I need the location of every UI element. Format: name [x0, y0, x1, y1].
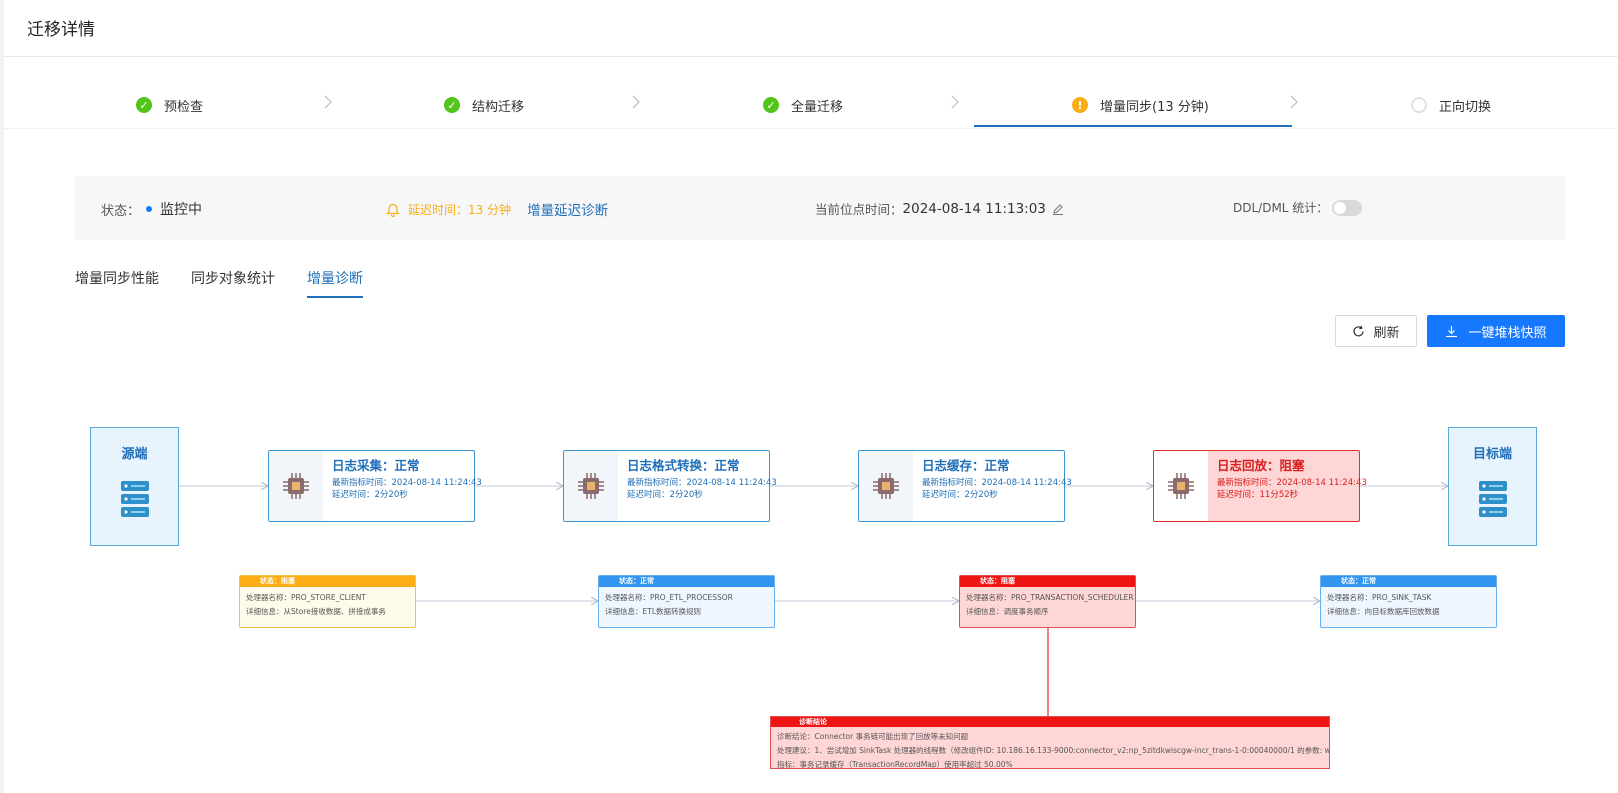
processor-name: 处理器名称：PRO_SINK_TASK [1327, 593, 1432, 602]
status-bar: 状态： 监控中 延迟时间：13 分钟 增量延迟诊断 当前位点时间： 2024-0… [75, 176, 1565, 240]
stage-latest-time: 最新指标时间：2024-08-14 11:24:43 [922, 478, 1072, 488]
processor-detail: 详细信息：从Store接收数据、拼接成事务 [246, 607, 386, 616]
processor-name: 处理器名称：PRO_TRANSACTION_SCHEDULER [966, 593, 1134, 602]
chevron-right-icon [324, 95, 332, 109]
download-icon [1446, 325, 1458, 337]
database-server-icon [120, 481, 149, 517]
edit-icon[interactable] [1052, 203, 1064, 215]
stage-log-capture[interactable]: 日志采集：正常 最新指标时间：2024-08-14 11:24:43 延迟时间：… [268, 450, 482, 522]
migration-steps: ✓ 预检查 ✓ 结构迁移 ✓ 全量迁移 ! 增量同步(13 分钟) 正向切换 [4, 57, 1618, 129]
processor-detail: 详细信息：ETL数据转换规则 [605, 607, 701, 616]
processor-name: 处理器名称：PRO_ETL_PROCESSOR [605, 593, 733, 602]
refresh-button[interactable]: 刷新 [1335, 315, 1417, 347]
processor-status: 状态：正常 [1321, 576, 1496, 587]
monitor-status: 状态： 监控中 [101, 199, 202, 219]
delay-diagnosis-link[interactable]: 增量延迟诊断 [527, 199, 608, 219]
snapshot-label: 一键堆栈快照 [1468, 325, 1547, 341]
diagnosis-metric: 指标：事务记录缓存（TransactionRecordMap）使用率超过 50.… [777, 760, 1013, 769]
tab-sync-performance[interactable]: 增量同步性能 [75, 268, 159, 288]
check-circle-icon: ✓ [444, 97, 460, 113]
bell-icon [386, 203, 400, 217]
stage-log-replay[interactable]: 日志回放：阻塞 最新指标时间：2024-08-14 11:24:43 延迟时间：… [1153, 450, 1367, 522]
stage-log-cache[interactable]: 日志缓存：正常 最新指标时间：2024-08-14 11:24:43 延迟时间：… [858, 450, 1072, 522]
status-label: 状态： [101, 203, 141, 219]
top-bar: 迁移详情 [4, 0, 1618, 57]
stack-snapshot-button[interactable]: 一键堆栈快照 [1427, 315, 1565, 347]
target-endpoint[interactable]: 目标端 [1448, 427, 1537, 546]
stage-title: 日志格式转换：正常 [627, 458, 740, 473]
step-label: 预检查 [164, 99, 204, 115]
diagnosis-box[interactable]: 诊断结论 诊断结论：Connector 事务链可能出现了回放等未知问题 处理建议… [770, 716, 1330, 769]
ddl-dml-stats: DDL/DML 统计： [1233, 199, 1363, 216]
processor-detail: 详细信息：向目标数据库回放数据 [1327, 607, 1440, 616]
chevron-right-icon [951, 95, 959, 109]
position-value: 2024-08-14 11:13:03 [902, 200, 1046, 217]
check-circle-icon: ✓ [136, 97, 152, 113]
stage-title: 日志采集：正常 [332, 458, 420, 473]
processor-sink-task[interactable]: 状态：正常 处理器名称：PRO_SINK_TASK 详细信息：向目标数据库回放数… [1320, 575, 1497, 628]
cpu-chip-icon [269, 451, 323, 521]
chevron-right-icon [1290, 95, 1298, 109]
page: 迁移详情 ✓ 预检查 ✓ 结构迁移 ✓ 全量迁移 ! 增量同步(13 分钟) 正… [4, 0, 1618, 793]
stage-delay: 延迟时间：11分52秒 [1217, 490, 1299, 500]
active-step-indicator [974, 125, 1292, 127]
step-label: 正向切换 [1439, 99, 1492, 115]
status-dot-icon [146, 206, 153, 212]
cpu-chip-icon [859, 451, 913, 521]
step-structure-migration[interactable]: ✓ 结构迁移 [444, 95, 524, 115]
stage-title: 日志回放：阻塞 [1217, 458, 1305, 473]
ddl-label: DDL/DML 统计： [1233, 201, 1329, 215]
source-label: 源端 [121, 447, 148, 462]
target-label: 目标端 [1472, 447, 1512, 462]
step-forward-switch[interactable]: 正向切换 [1411, 95, 1491, 115]
refresh-icon [1353, 325, 1365, 336]
active-tab-indicator [307, 296, 363, 298]
cpu-chip-icon [564, 451, 618, 521]
status-value: 监控中 [160, 202, 203, 218]
refresh-label: 刷新 [1373, 325, 1400, 341]
processor-etl[interactable]: 状态：正常 处理器名称：PRO_ETL_PROCESSOR 详细信息：ETL数据… [598, 575, 775, 628]
cpu-chip-icon [1154, 451, 1208, 521]
stage-latest-time: 最新指标时间：2024-08-14 11:24:43 [332, 478, 482, 488]
ddl-dml-toggle[interactable] [1332, 199, 1363, 216]
stage-latest-time: 最新指标时间：2024-08-14 11:24:43 [1217, 478, 1367, 488]
pending-circle-icon [1411, 97, 1427, 113]
processor-status: 状态：正常 [599, 576, 774, 587]
delay-info: 延迟时间：13 分钟 增量延迟诊断 [386, 199, 608, 219]
position-label: 当前位点时间： [815, 202, 903, 217]
delay-text: 延迟时间：13 分钟 [408, 202, 512, 217]
stage-delay: 延迟时间：2分20秒 [922, 490, 998, 500]
step-full-migration[interactable]: ✓ 全量迁移 [763, 95, 843, 115]
stage-latest-time: 最新指标时间：2024-08-14 11:24:43 [627, 478, 777, 488]
database-server-icon [1478, 481, 1507, 517]
tab-incremental-diagnosis[interactable]: 增量诊断 [307, 268, 363, 288]
processor-status: 状态：阻塞 [240, 576, 415, 587]
step-label: 结构迁移 [472, 99, 525, 115]
tab-object-statistics[interactable]: 同步对象统计 [191, 268, 275, 288]
position-time: 当前位点时间： 2024-08-14 11:13:03 [815, 199, 1064, 218]
warning-circle-icon: ! [1072, 97, 1088, 113]
step-label: 全量迁移 [791, 99, 844, 115]
stage-delay: 延迟时间：2分20秒 [332, 490, 408, 500]
page-title: 迁移详情 [27, 20, 95, 40]
chevron-right-icon [632, 95, 640, 109]
diagnosis-suggestion: 处理建议：1、尝试增加 SinkTask 处理器的线程数（修改组件ID: 10.… [777, 746, 1329, 755]
stage-log-format-convert[interactable]: 日志格式转换：正常 最新指标时间：2024-08-14 11:24:43 延迟时… [563, 450, 777, 522]
processor-transaction-scheduler[interactable]: 状态：阻塞 处理器名称：PRO_TRANSACTION_SCHEDULER 详细… [959, 575, 1136, 628]
processor-status: 状态：阻塞 [960, 576, 1135, 587]
processor-store-client[interactable]: 状态：阻塞 处理器名称：PRO_STORE_CLIENT 详细信息：从Store… [239, 575, 416, 628]
step-label: 增量同步(13 分钟) [1100, 99, 1209, 115]
step-incremental-sync[interactable]: ! 增量同步(13 分钟) [1072, 95, 1209, 115]
processor-detail: 详细信息：调度事务顺序 [966, 607, 1049, 616]
diagnosis-conclusion: 诊断结论：Connector 事务链可能出现了回放等未知问题 [777, 732, 969, 741]
source-endpoint[interactable]: 源端 [90, 427, 179, 546]
stage-delay: 延迟时间：2分20秒 [627, 490, 703, 500]
stage-title: 日志缓存：正常 [922, 458, 1010, 473]
check-circle-icon: ✓ [763, 97, 779, 113]
processor-name: 处理器名称：PRO_STORE_CLIENT [246, 593, 366, 602]
diagnosis-header: 诊断结论 [771, 717, 1329, 727]
step-precheck[interactable]: ✓ 预检查 [136, 95, 203, 115]
